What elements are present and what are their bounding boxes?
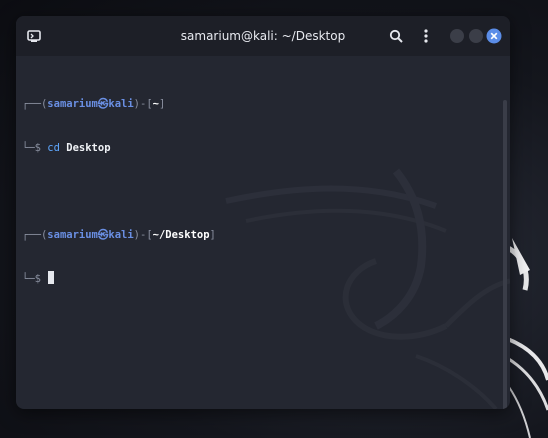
prompt-path: ~/Desktop [152, 228, 210, 241]
prompt-line-1: ┌──(samarium㉿kali)-[~] [22, 97, 216, 112]
text-cursor [48, 271, 55, 284]
desktop: samarium@kali: ~/Desktop ┌──(samarium㉿ka… [0, 0, 548, 438]
close-icon[interactable] [486, 28, 502, 44]
prompt-frame: )-[ [133, 228, 153, 241]
prompt-frame: ┌──( [22, 228, 48, 241]
command-line-2[interactable]: └─$ [22, 271, 216, 287]
prompt-user: samarium [47, 98, 98, 110]
terminal-window[interactable]: samarium@kali: ~/Desktop ┌──(samarium㉿ka… [16, 16, 510, 409]
titlebar[interactable]: samarium@kali: ~/Desktop [16, 16, 510, 56]
minimize-button[interactable] [450, 29, 464, 43]
prompt-host: kali [108, 98, 134, 110]
prompt-line-2: ┌──(samarium㉿kali)-[~/Desktop] [22, 228, 216, 243]
prompt-symbol: └─$ [22, 273, 48, 285]
prompt-user: samarium [47, 228, 98, 241]
prompt-frame: )-[ [133, 98, 153, 110]
prompt-host: kali [108, 228, 134, 241]
scrollbar[interactable] [503, 100, 507, 409]
prompt-symbol: └─$ [22, 141, 48, 154]
terminal-app-icon[interactable] [26, 28, 42, 44]
prompt-frame: ┌──( [22, 98, 48, 110]
prompt-frame: ] [209, 228, 216, 241]
terminal-lines: ┌──(samarium㉿kali)-[~] └─$ cd Desktop ┌─… [22, 68, 216, 316]
prompt-frame: ] [158, 98, 166, 110]
command-argument: Desktop [59, 141, 111, 154]
search-icon[interactable] [388, 28, 404, 44]
maximize-button[interactable] [469, 29, 483, 43]
terminal-output[interactable]: ┌──(samarium㉿kali)-[~] └─$ cd Desktop ┌─… [16, 56, 510, 409]
prompt-at-symbol: ㉿ [97, 98, 109, 110]
kebab-menu-icon[interactable] [418, 28, 434, 44]
prompt-at-symbol: ㉿ [97, 228, 109, 241]
command-line-1: └─$ cd Desktop [22, 141, 216, 156]
command-text: cd [47, 141, 60, 154]
window-title: samarium@kali: ~/Desktop [180, 29, 346, 43]
